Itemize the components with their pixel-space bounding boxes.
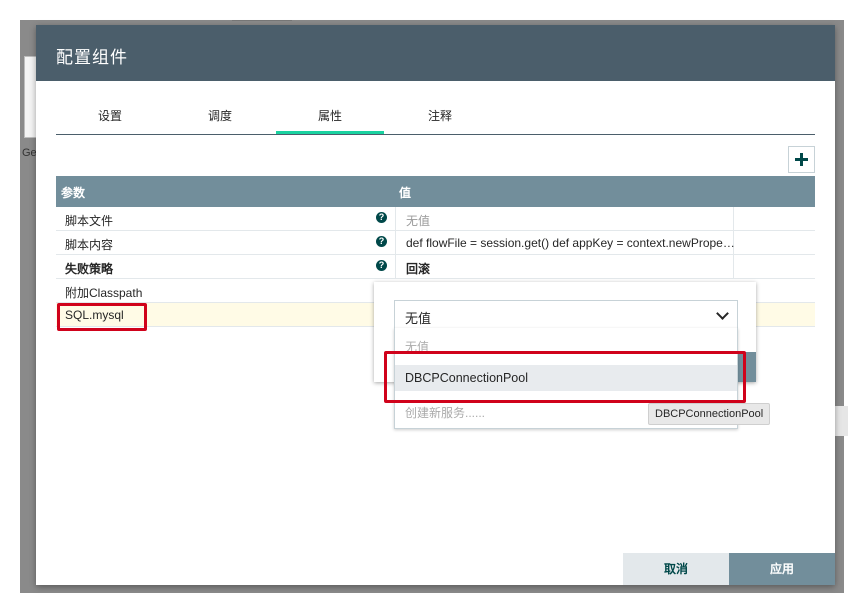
service-select-value: 无值	[405, 311, 432, 326]
property-value-cell[interactable]: def flowFile = session.get() def appKey …	[395, 231, 735, 254]
property-value: 无值	[406, 214, 431, 228]
tab-bar: 设置 调度 属性 注释	[56, 105, 815, 135]
tab-properties[interactable]: 属性	[276, 105, 384, 134]
column-header-name: 参数	[61, 186, 86, 200]
property-value-cell[interactable]: 无值	[395, 207, 734, 230]
table-row[interactable]: 脚本文件 ? 无值	[56, 207, 815, 231]
help-icon[interactable]: ?	[376, 212, 387, 223]
option-label: 创建新服务......	[405, 406, 486, 420]
dialog-header: 配置组件	[36, 25, 835, 81]
tab-settings[interactable]: 设置	[56, 105, 164, 132]
tab-comments[interactable]: 注释	[386, 105, 494, 132]
property-value: 回滚	[406, 262, 431, 276]
apply-button[interactable]: 应用	[729, 553, 835, 585]
table-row[interactable]: 失败策略 ? 回滚	[56, 255, 815, 279]
column-header-value: 值	[399, 186, 412, 200]
help-icon[interactable]: ?	[376, 236, 387, 247]
property-name: 失败策略	[65, 262, 114, 276]
tab-scheduling[interactable]: 调度	[166, 105, 274, 132]
annotation-highlight-option	[384, 351, 746, 403]
chevron-down-icon[interactable]	[716, 307, 729, 320]
table-header: 参数 值	[56, 176, 815, 207]
add-property-button[interactable]	[788, 146, 815, 173]
service-select[interactable]: 无值	[394, 300, 738, 330]
property-name: 脚本文件	[65, 214, 114, 228]
help-icon[interactable]: ?	[376, 260, 387, 271]
background-panel-edge	[834, 406, 848, 436]
property-name: 脚本内容	[65, 238, 114, 252]
background-label: Ge	[22, 147, 37, 159]
table-row[interactable]: 脚本内容 ? def flowFile = session.get() def …	[56, 231, 815, 255]
property-value-cell[interactable]: 回滚	[395, 255, 734, 278]
tooltip: DBCPConnectionPool	[648, 403, 771, 425]
annotation-highlight-property	[57, 303, 147, 331]
cancel-button[interactable]: 取消	[623, 553, 729, 585]
dialog-title: 配置组件	[56, 48, 128, 67]
property-name: 附加Classpath	[65, 286, 143, 300]
property-value: def flowFile = session.get() def appKey …	[406, 236, 735, 250]
